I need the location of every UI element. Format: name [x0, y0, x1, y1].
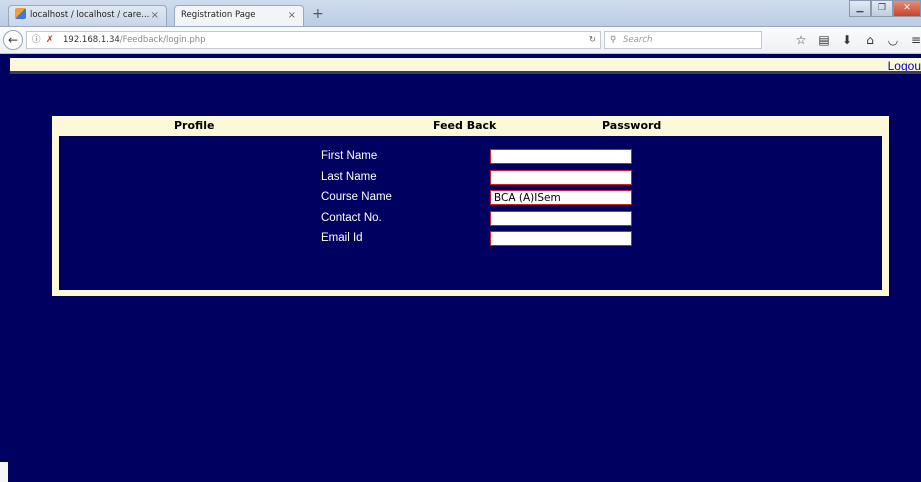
- new-tab-button[interactable]: +: [312, 5, 324, 23]
- browser-nav-bar: ← ⓘ ✗ 192.168.1.34/Feedback/login.php ↻ …: [0, 27, 921, 54]
- browser-tab-registration[interactable]: Registration Page ×: [174, 5, 304, 26]
- home-icon[interactable]: ⌂: [859, 32, 881, 48]
- course-name-field[interactable]: [490, 190, 632, 205]
- address-path: /Feedback/login.php: [119, 35, 206, 45]
- back-arrow-icon[interactable]: ←: [3, 30, 23, 50]
- first-name-field[interactable]: [490, 149, 632, 164]
- window-controls: ▁ ❐ ✕: [849, 0, 921, 18]
- search-box[interactable]: ⚲ Search: [604, 31, 762, 49]
- tab-close-icon[interactable]: ×: [288, 6, 296, 25]
- header-strip: Logou: [10, 58, 921, 73]
- last-name-label: Last Name: [321, 171, 377, 183]
- phpmyadmin-favicon-icon: [15, 8, 26, 19]
- email-id-field[interactable]: [490, 231, 632, 246]
- browser-tab-bar: localhost / localhost / care... × Regist…: [0, 0, 921, 27]
- restore-icon[interactable]: ❐: [871, 0, 893, 17]
- reading-list-icon[interactable]: ▤: [813, 32, 835, 48]
- page-edge: [0, 462, 8, 482]
- close-window-icon[interactable]: ✕: [893, 0, 921, 17]
- toolbar-icons: ☆ ▤ ⬇ ⌂ ◡ ≡: [790, 32, 921, 48]
- reload-icon[interactable]: ↻: [589, 32, 596, 48]
- menu-password[interactable]: Password: [602, 119, 661, 132]
- download-icon[interactable]: ⬇: [836, 32, 858, 48]
- contact-no-field[interactable]: [490, 211, 632, 226]
- menu-profile[interactable]: Profile: [174, 119, 214, 132]
- course-name-label: Course Name: [321, 191, 392, 203]
- tab-label: localhost / localhost / care...: [30, 10, 150, 20]
- header-divider: [10, 71, 921, 74]
- tab-label: Registration Page: [181, 10, 256, 20]
- search-icon: ⚲: [610, 35, 617, 45]
- first-name-label: First Name: [321, 150, 378, 162]
- menu-bar: Profile Feed Back Password: [52, 116, 889, 134]
- menu-icon[interactable]: ≡: [905, 32, 921, 48]
- insecure-lock-icon: ✗: [46, 35, 54, 45]
- minimize-icon[interactable]: ▁: [849, 0, 871, 17]
- contact-no-label: Contact No.: [321, 212, 382, 224]
- search-placeholder: Search: [623, 35, 653, 45]
- email-id-label: Email Id: [321, 232, 363, 244]
- info-icon[interactable]: ⓘ: [32, 32, 41, 48]
- page-body: Logou Profile Feed Back Password First N…: [0, 54, 921, 482]
- address-bar[interactable]: ⓘ ✗ 192.168.1.34/Feedback/login.php ↻: [26, 31, 601, 49]
- last-name-field[interactable]: [490, 170, 632, 185]
- tab-close-icon[interactable]: ×: [151, 6, 159, 25]
- form-area: First Name Last Name Course Name Contact…: [59, 136, 882, 290]
- registration-panel: Profile Feed Back Password First Name La…: [52, 116, 889, 296]
- pocket-icon[interactable]: ◡: [882, 32, 904, 48]
- menu-feedback[interactable]: Feed Back: [433, 119, 496, 132]
- address-host: 192.168.1.34: [63, 35, 120, 45]
- bookmark-star-icon[interactable]: ☆: [790, 32, 812, 48]
- address-url: 192.168.1.34/Feedback/login.php: [63, 32, 206, 48]
- browser-tab-localhost[interactable]: localhost / localhost / care... ×: [8, 5, 167, 26]
